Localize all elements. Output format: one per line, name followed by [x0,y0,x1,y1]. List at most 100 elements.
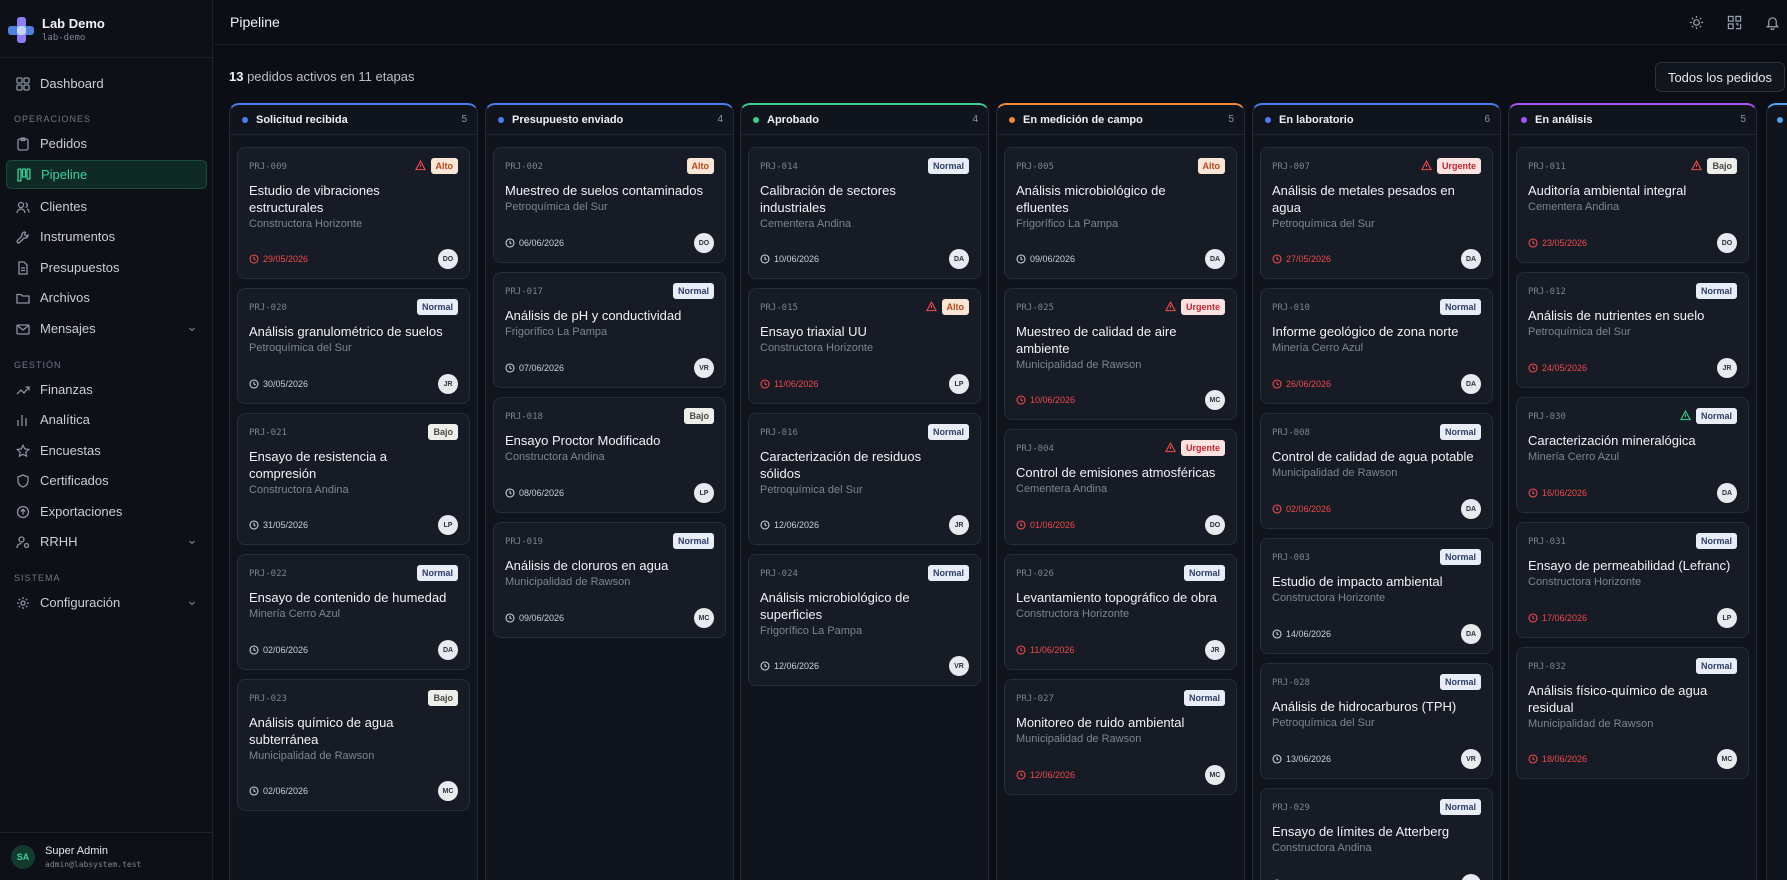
assignee-avatar[interactable]: VR [949,656,969,676]
order-card[interactable]: PRJ-011 Bajo Auditoría ambiental integral C… [1516,147,1749,263]
sidebar-item-label: Finanzas [40,382,93,397]
assignee-avatar[interactable]: MC [1205,765,1225,785]
topbar: Pipeline [214,0,1787,45]
assignee-avatar[interactable]: VR [694,358,714,378]
sidebar-item-exportaciones[interactable]: Exportaciones [6,497,207,526]
sidebar-item-pedidos[interactable]: Pedidos [6,129,207,158]
assignee-avatar[interactable]: JR [1205,640,1225,660]
sidebar-item-label: Instrumentos [40,229,116,244]
assignee-avatar[interactable]: JR [1717,358,1737,378]
assignee-avatar[interactable]: DA [1461,624,1481,644]
assignee-avatar[interactable]: DA [1461,374,1481,394]
order-code: PRJ-016 [760,428,798,438]
assignee-avatar[interactable]: LP [694,483,714,503]
order-title: Muestreo de suelos contaminados [505,183,704,198]
assignee-avatar[interactable]: JR [438,374,458,394]
order-card[interactable]: PRJ-029 Normal Ensayo de límites de Atterb… [1260,788,1493,880]
order-card[interactable]: PRJ-004 Urgente Control de emisiones atmos… [1004,429,1237,545]
assignee-avatar[interactable]: LP [438,515,458,535]
sidebar-item-archivos[interactable]: Archivos [6,283,207,312]
column-header[interactable]: Presupuesto enviado 4 [486,105,733,135]
chevron-down-icon[interactable] [187,596,197,611]
column-header[interactable]: En laboratorio 6 [1253,105,1500,135]
order-code: PRJ-023 [249,694,287,704]
sidebar-item-mensajes[interactable]: Mensajes [6,314,207,343]
sidebar-item-pipeline[interactable]: Pipeline [6,160,207,189]
order-card[interactable]: PRJ-021 Bajo Ensayo de resistencia a compr… [237,413,470,545]
chevron-down-icon[interactable] [187,535,197,550]
assignee-avatar[interactable]: LP [1461,874,1481,880]
order-card[interactable]: PRJ-007 Urgente Análisis de metales pesado… [1260,147,1493,279]
order-card[interactable]: PRJ-032 Normal Análisis físico-químico de … [1516,647,1749,779]
sidebar-item-finanzas[interactable]: Finanzas [6,375,207,404]
order-card[interactable]: PRJ-012 Normal Análisis de nutrientes en s… [1516,272,1749,388]
order-card[interactable]: PRJ-026 Normal Levantamiento topográfico d… [1004,554,1237,670]
order-card[interactable]: PRJ-020 Normal Análisis granulométrico de … [237,288,470,404]
assignee-avatar[interactable]: MC [694,608,714,628]
order-card[interactable]: PRJ-031 Normal Ensayo de permeabilidad (Le… [1516,522,1749,638]
sidebar-item-rrhh[interactable]: RRHH [6,527,207,556]
sidebar-item-configuracion[interactable]: Configuración [6,588,207,617]
assignee-avatar[interactable]: DA [1461,249,1481,269]
order-card[interactable]: PRJ-005 Alto Análisis microbiológico de ef… [1004,147,1237,279]
brand[interactable]: Lab Demo lab-demo [8,12,105,48]
assignee-avatar[interactable]: DA [949,249,969,269]
order-code: PRJ-024 [760,569,798,579]
sidebar-item-instrumentos[interactable]: Instrumentos [6,222,207,251]
clock-icon [1272,379,1282,389]
sidebar-item-clientes[interactable]: Clientes [6,192,207,221]
trend-icon [15,382,31,398]
order-card[interactable]: PRJ-030 Normal Caracterización mineralógic… [1516,397,1749,513]
order-card[interactable]: PRJ-016 Normal Caracterización de residuos… [748,413,981,545]
order-card[interactable]: PRJ-028 Normal Análisis de hidrocarburos (… [1260,663,1493,779]
order-card[interactable]: PRJ-015 Alto Ensayo triaxial UU Constructor… [748,288,981,404]
assignee-avatar[interactable]: JR [949,515,969,535]
order-card[interactable]: PRJ-019 Normal Análisis de cloruros en agu… [493,522,726,638]
order-card[interactable]: PRJ-002 Alto Muestreo de suelos contaminad… [493,147,726,263]
order-card[interactable]: PRJ-025 Urgente Muestreo de calidad de air… [1004,288,1237,420]
order-card[interactable]: PRJ-023 Bajo Análisis químico de agua subt… [237,679,470,811]
order-card[interactable]: PRJ-024 Normal Análisis microbiológico de … [748,554,981,686]
sun-icon[interactable] [1687,13,1705,31]
column-header[interactable]: Solicitud recibida 5 [230,105,477,135]
assignee-avatar[interactable]: DO [694,233,714,253]
assignee-avatar[interactable]: DO [438,249,458,269]
assignee-avatar[interactable]: DO [1205,515,1225,535]
order-card[interactable]: PRJ-014 Normal Calibración de sectores ind… [748,147,981,279]
column-title: Solicitud recibida [256,114,348,126]
order-card[interactable]: PRJ-010 Normal Informe geológico de zona n… [1260,288,1493,404]
column-header[interactable]: En análisis 5 [1509,105,1756,135]
assignee-avatar[interactable]: DA [1205,249,1225,269]
order-card[interactable]: PRJ-003 Normal Estudio de impacto ambienta… [1260,538,1493,654]
due-date: 29/05/2026 [249,254,308,264]
order-card[interactable]: PRJ-018 Bajo Ensayo Proctor Modificado Cons… [493,397,726,513]
assignee-avatar[interactable]: DA [1461,499,1481,519]
assignee-avatar[interactable]: DA [438,640,458,660]
assignee-avatar[interactable]: LP [949,374,969,394]
order-card[interactable]: PRJ-022 Normal Ensayo de contenido de hume… [237,554,470,670]
sidebar-item-dashboard[interactable]: Dashboard [6,69,207,98]
all-orders-button[interactable]: Todos los pedidos [1655,62,1785,92]
user-profile[interactable]: SA Super Admin admin@labsystem.test [0,832,213,880]
sidebar-item-analitica[interactable]: Analítica [6,405,207,434]
chevron-down-icon[interactable] [187,322,197,337]
qr-code-icon[interactable] [1725,13,1743,31]
sidebar-item-presupuestos[interactable]: Presupuestos [6,253,207,282]
order-card[interactable]: PRJ-027 Normal Monitoreo de ruido ambienta… [1004,679,1237,795]
order-card[interactable]: PRJ-009 Alto Estudio de vibraciones estruc… [237,147,470,279]
assignee-avatar[interactable]: MC [1205,390,1225,410]
assignee-avatar[interactable]: LP [1717,608,1737,628]
order-card[interactable]: PRJ-008 Normal Control de calidad de agua … [1260,413,1493,529]
order-card[interactable]: PRJ-017 Normal Análisis de pH y conductivi… [493,272,726,388]
order-title: Ensayo Proctor Modificado [505,433,661,448]
assignee-avatar[interactable]: DA [1717,483,1737,503]
assignee-avatar[interactable]: MC [1717,749,1737,769]
bell-icon[interactable] [1763,13,1781,31]
assignee-avatar[interactable]: VR [1461,749,1481,769]
column-header[interactable]: Aprobado 4 [741,105,988,135]
sidebar-item-encuestas[interactable]: Encuestas [6,436,207,465]
assignee-avatar[interactable]: MC [438,781,458,801]
assignee-avatar[interactable]: DO [1717,233,1737,253]
sidebar-item-certificados[interactable]: Certificados [6,466,207,495]
column-header[interactable]: En medición de campo 5 [997,105,1244,135]
